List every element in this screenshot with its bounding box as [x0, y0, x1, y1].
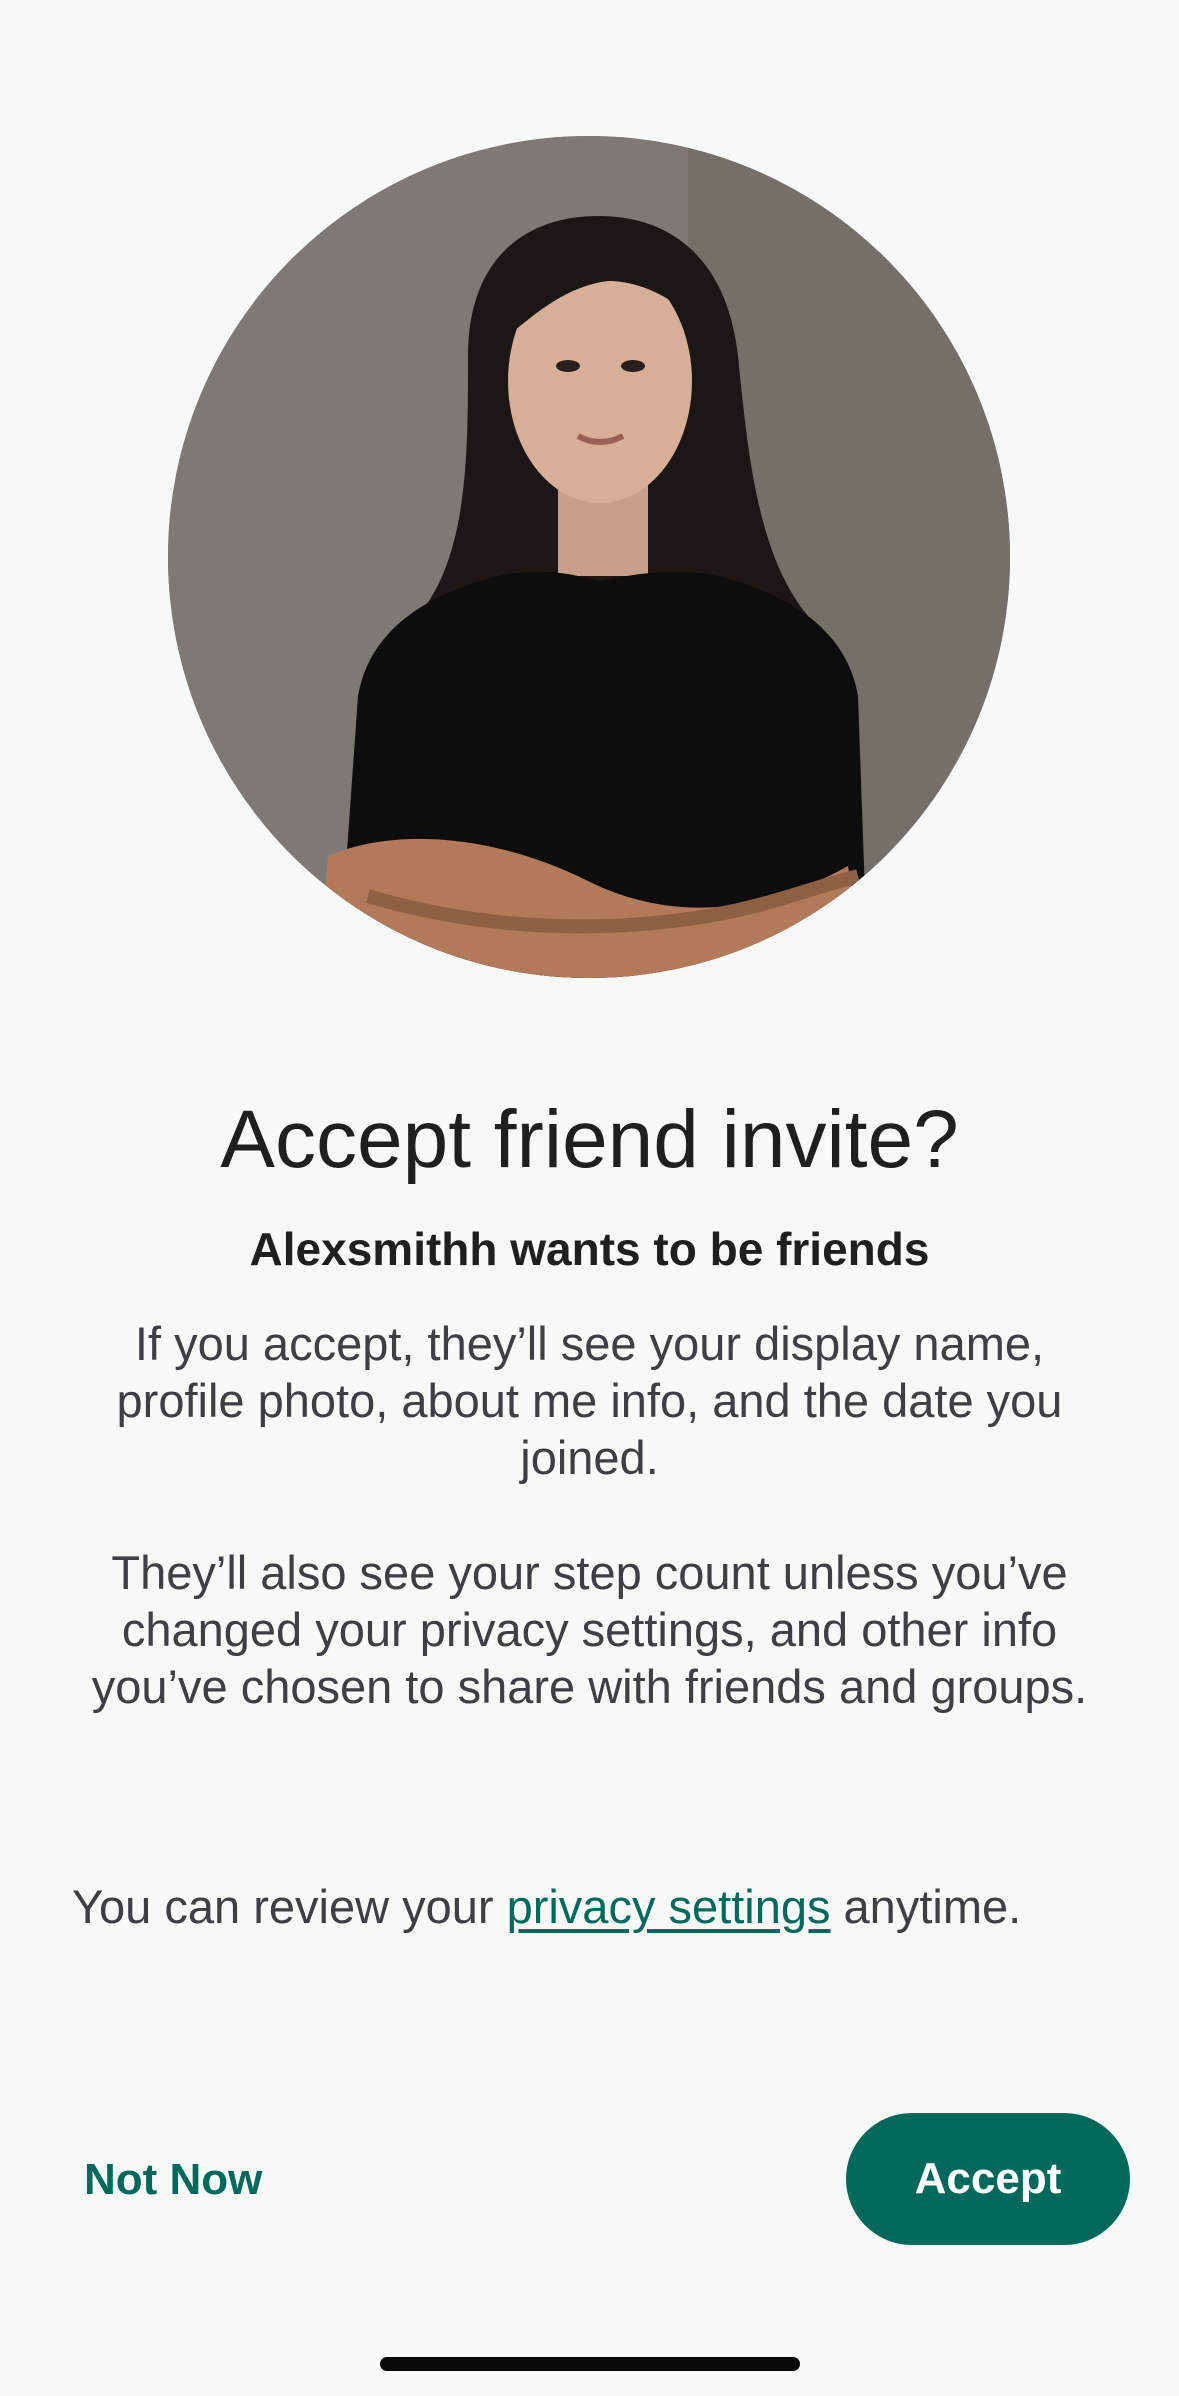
profile-photo — [168, 136, 1010, 978]
privacy-review-prefix: You can review your — [72, 1880, 507, 1933]
not-now-button[interactable]: Not Now — [68, 2140, 278, 2220]
home-indicator[interactable] — [380, 2357, 800, 2371]
profile-photo-illustration — [168, 136, 1010, 978]
accept-button[interactable]: Accept — [846, 2113, 1130, 2245]
privacy-review-text: You can review your privacy settings any… — [72, 1878, 1021, 1935]
step-count-info-text: They’ll also see your step count unless … — [91, 1546, 1088, 1713]
visibility-info-text: If you accept, they’ll see your display … — [116, 1317, 1063, 1484]
privacy-settings-link[interactable]: privacy settings — [507, 1880, 831, 1933]
dialog-title: Accept friend invite? — [220, 1094, 959, 1185]
dialog-subtitle: Alexsmithh wants to be friends — [249, 1223, 930, 1275]
privacy-review-suffix: anytime. — [830, 1880, 1022, 1933]
